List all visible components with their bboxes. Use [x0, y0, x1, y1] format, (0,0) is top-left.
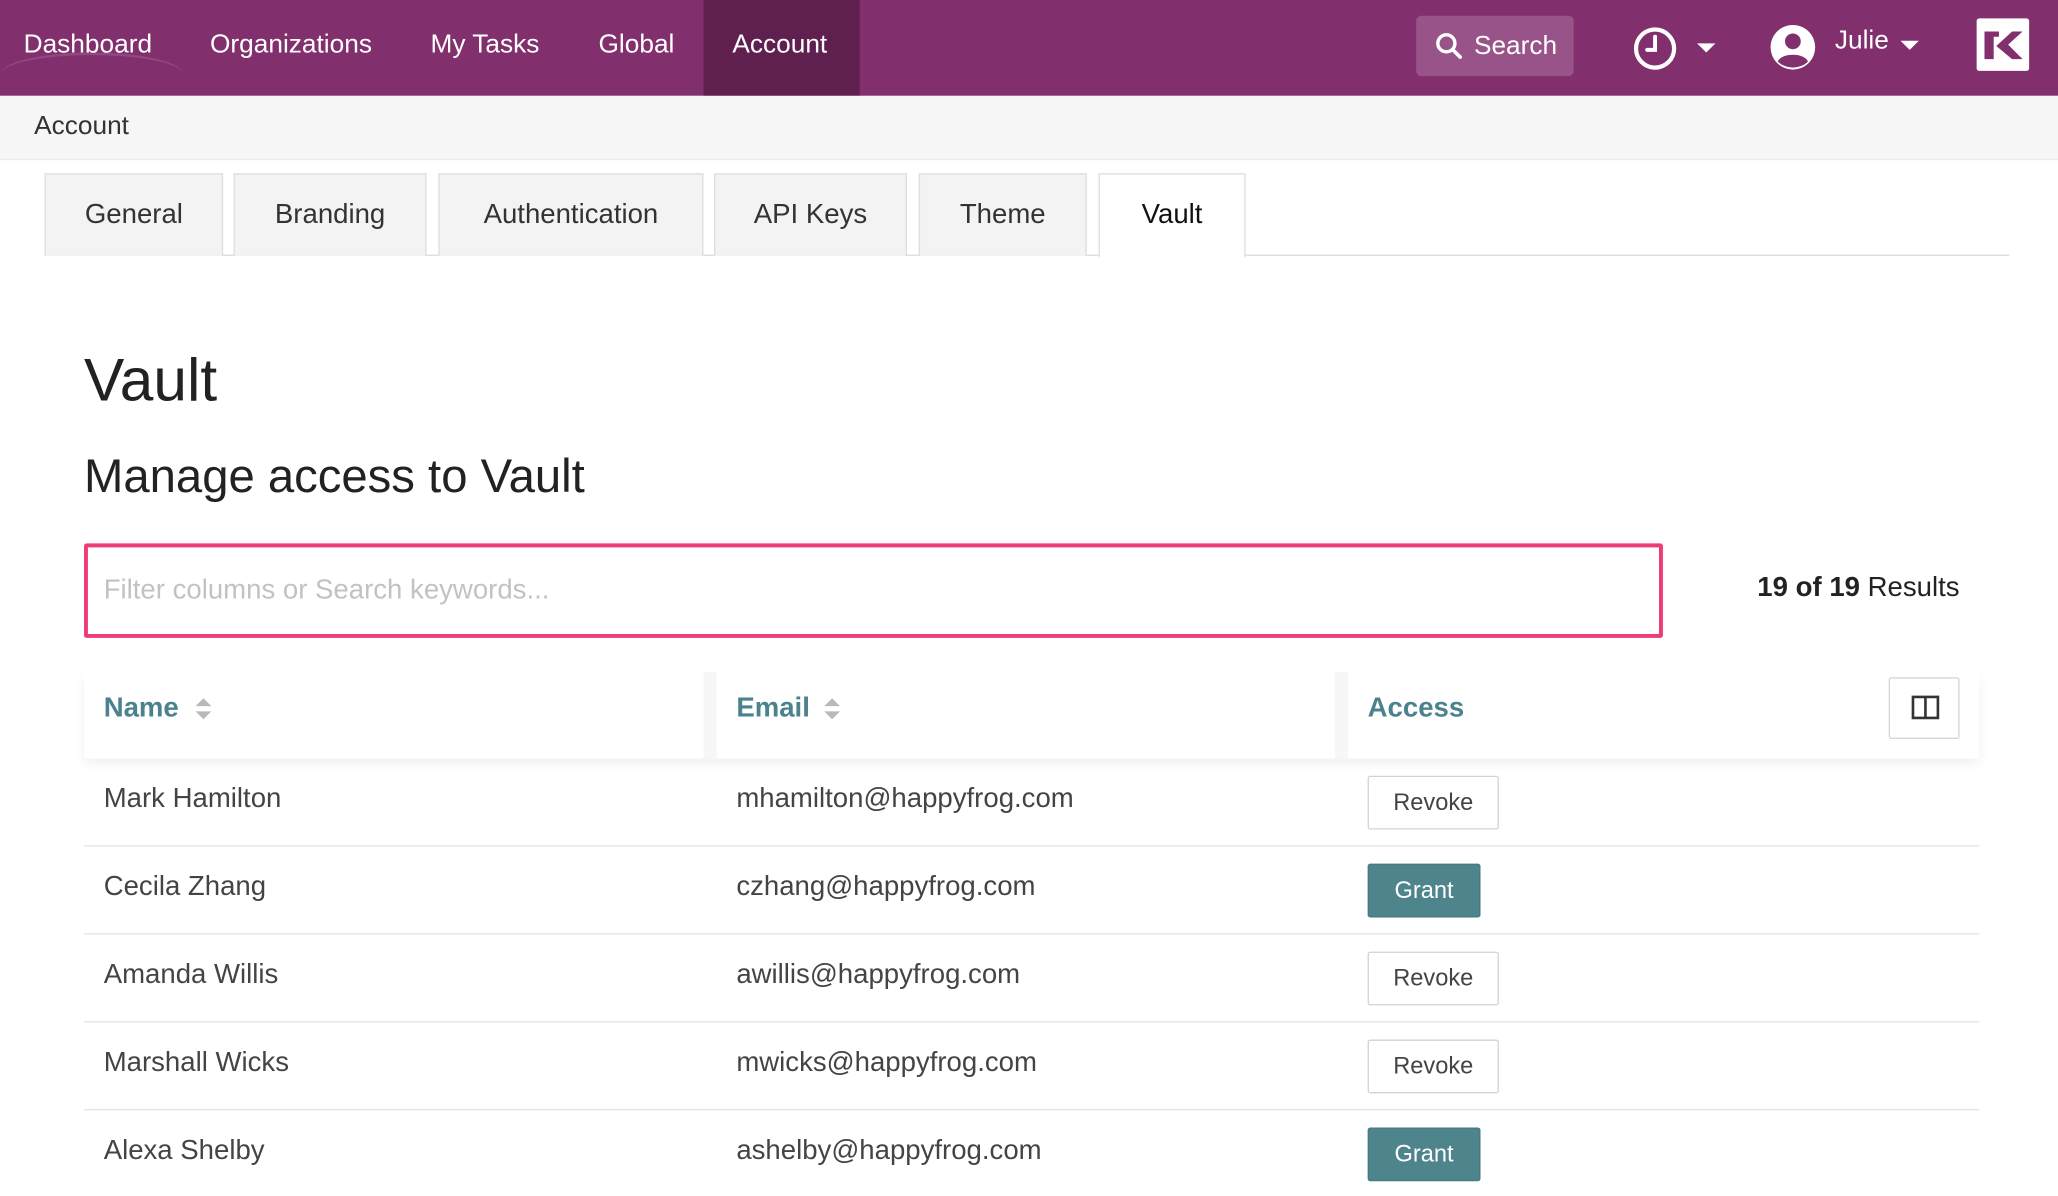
table-row: Alexa Shelby ashelby@happyfrog.com Grant [84, 1110, 1979, 1195]
cell-name: Alexa Shelby [103, 1135, 265, 1166]
user-circle-icon [1770, 24, 1816, 70]
cell-name: Cecila Zhang [103, 871, 267, 902]
breadcrumb-item: Account [34, 111, 129, 141]
history-dropdown[interactable] [1631, 22, 1723, 75]
sort-icon[interactable] [194, 696, 212, 722]
sort-icon[interactable] [823, 696, 841, 722]
nav-global[interactable]: Global [570, 0, 704, 96]
grant-button[interactable]: Grant [1367, 1127, 1481, 1182]
revoke-button[interactable]: Revoke [1367, 775, 1499, 830]
nav-organizations[interactable]: Organizations [181, 0, 401, 96]
tab-theme[interactable]: Theme [918, 173, 1087, 256]
cell-name: Mark Hamilton [103, 783, 282, 814]
brand-k-mark [1984, 31, 2023, 60]
cell-email: awillis@happyfrog.com [736, 959, 1021, 990]
chevron-down-icon [1900, 40, 1919, 50]
column-name-label: Name [103, 693, 179, 724]
cell-email: ashelby@happyfrog.com [736, 1135, 1042, 1166]
table-row: Marshall Wicks mwicks@happyfrog.com Revo… [84, 1022, 1980, 1111]
tab-api-keys[interactable]: API Keys [714, 173, 907, 256]
search-icon [1436, 33, 1462, 59]
nav-account[interactable]: Account [703, 0, 860, 96]
results-of: of [1795, 572, 1822, 603]
cell-email: mhamilton@happyfrog.com [736, 783, 1074, 814]
app-root: Dashboard Organizations My Tasks Global … [0, 0, 2058, 1196]
columns-icon [1911, 695, 1940, 720]
table-row: Cecila Zhang czhang@happyfrog.com Grant [84, 847, 1980, 935]
logo-icon[interactable] [1976, 18, 2030, 71]
results-count: 19 of 19 Results [1757, 572, 1959, 604]
results-shown: 19 [1757, 572, 1788, 603]
table-row: Amanda Willis awillis@happyfrog.com Revo… [84, 935, 1980, 1023]
revoke-button[interactable]: Revoke [1367, 951, 1499, 1006]
filter-search-input[interactable] [84, 543, 1663, 638]
revoke-button[interactable]: Revoke [1367, 1039, 1499, 1094]
cell-name: Marshall Wicks [103, 1047, 289, 1078]
page-title: Vault [84, 345, 218, 414]
search-label: Search [1473, 31, 1558, 61]
tab-branding[interactable]: Branding [233, 173, 427, 256]
grant-button[interactable]: Grant [1367, 863, 1481, 918]
column-email-label: Email [736, 693, 810, 724]
table-row: Mark Hamilton mhamilton@happyfrog.com Re… [84, 759, 1980, 847]
nav-my-tasks[interactable]: My Tasks [402, 0, 569, 96]
column-divider [1334, 672, 1348, 759]
results-label: Results [1867, 572, 1960, 603]
user-menu[interactable]: Julie [1769, 21, 1927, 74]
user-name: Julie [1834, 26, 1889, 56]
column-header-name[interactable]: Name [104, 672, 179, 759]
tab-general[interactable]: General [44, 173, 224, 256]
search-button[interactable]: Search [1416, 15, 1574, 77]
cell-email: czhang@happyfrog.com [736, 871, 1036, 902]
chevron-down-icon [1697, 43, 1716, 53]
column-toggle-button[interactable] [1888, 677, 1960, 739]
table-header: Name Email Access [84, 672, 1980, 759]
column-header-access: Access [1368, 672, 1465, 759]
column-divider [703, 672, 717, 759]
page-subtitle: Manage access to Vault [84, 448, 585, 503]
cell-name: Amanda Willis [103, 959, 279, 990]
column-access-label: Access [1367, 693, 1465, 724]
cell-email: mwicks@happyfrog.com [736, 1047, 1037, 1078]
nav-dashboard[interactable]: Dashboard [0, 0, 181, 96]
tab-authentication[interactable]: Authentication [438, 173, 704, 256]
column-header-email[interactable]: Email [736, 672, 810, 759]
clock-icon [1633, 27, 1677, 70]
tab-vault[interactable]: Vault [1098, 173, 1246, 258]
top-navbar: Dashboard Organizations My Tasks Global … [0, 0, 2058, 96]
breadcrumb: Account [0, 95, 2058, 161]
results-total: 19 [1829, 572, 1860, 603]
